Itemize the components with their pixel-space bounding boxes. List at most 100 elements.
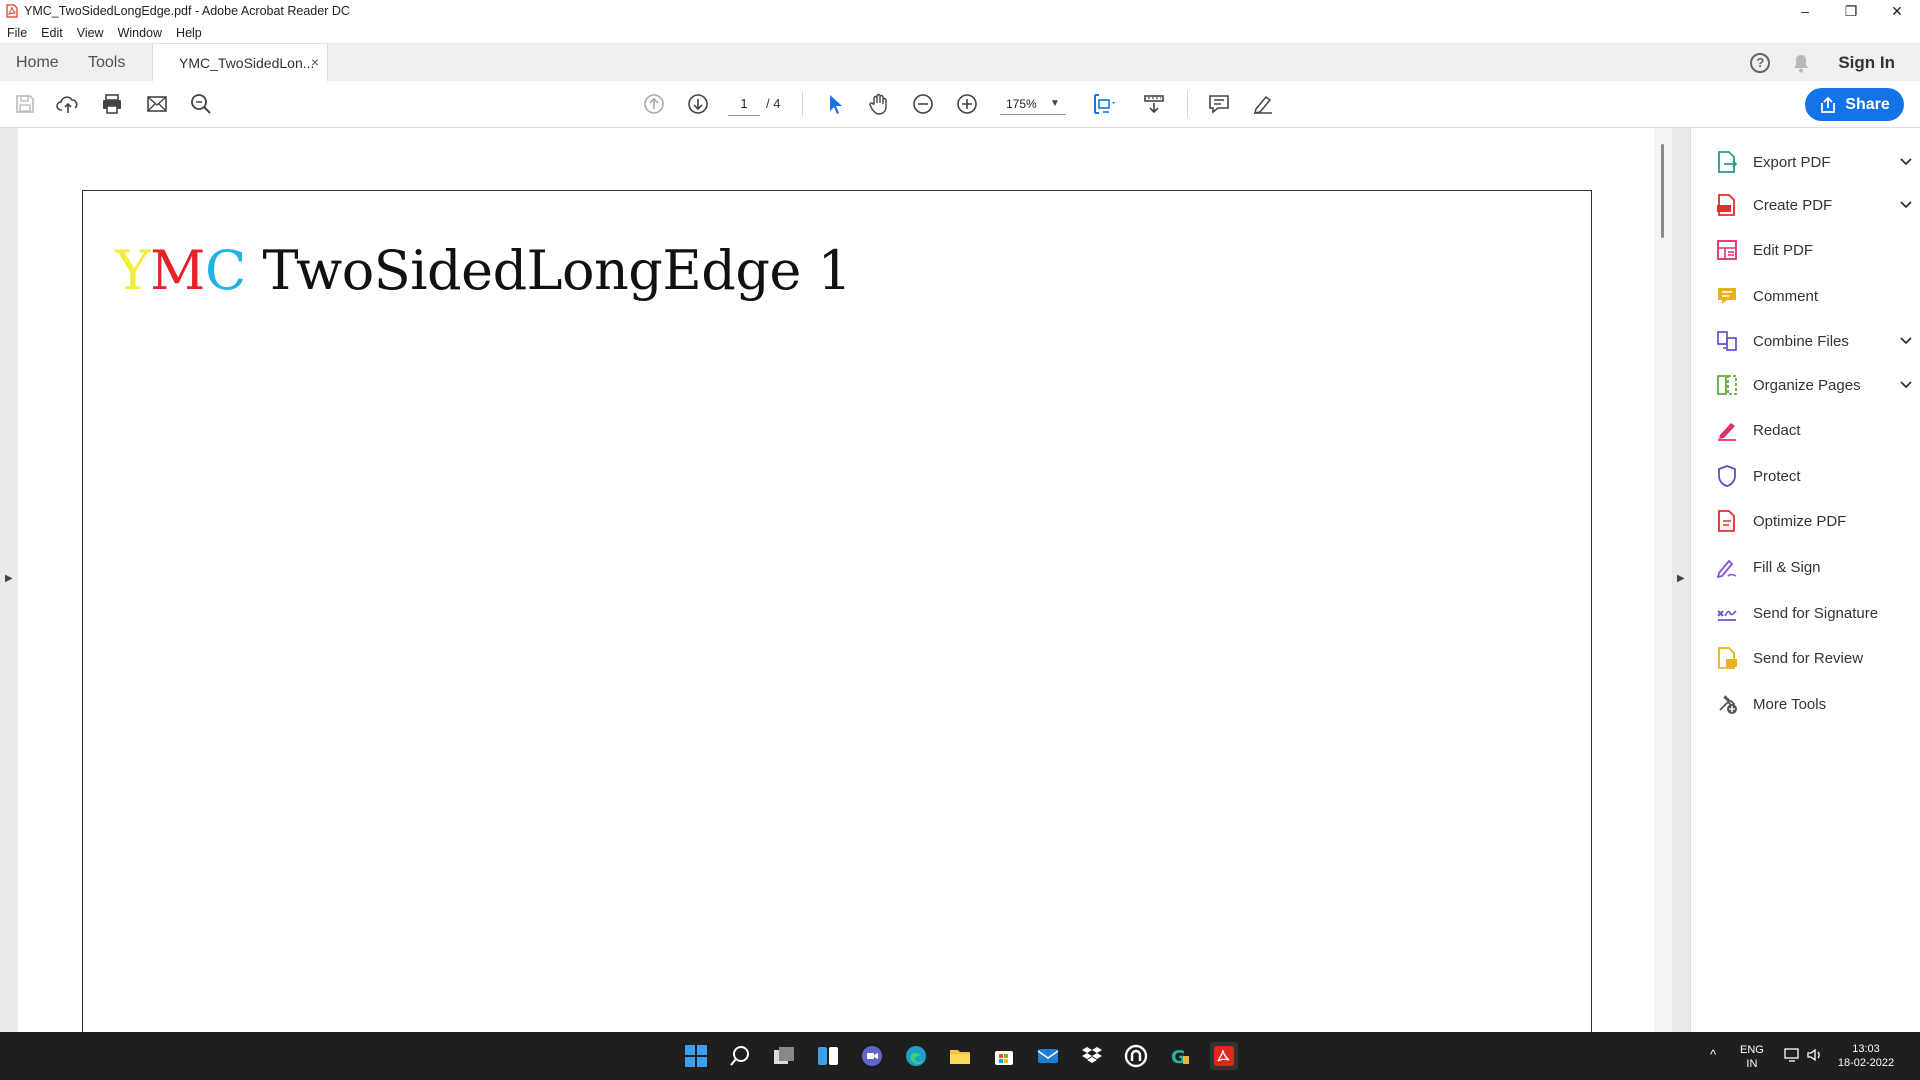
share-icon — [1821, 96, 1836, 113]
expand-left-pane-icon[interactable]: ▶ — [5, 573, 13, 584]
next-page-icon[interactable] — [685, 91, 711, 117]
tool-combine-files[interactable]: Combine Files — [1715, 326, 1915, 356]
page-number-input[interactable]: 1 — [728, 93, 760, 116]
dropbox-icon[interactable] — [1078, 1042, 1106, 1070]
task-view-icon[interactable] — [770, 1042, 798, 1070]
g-app-icon[interactable]: G — [1166, 1042, 1194, 1070]
select-cursor-icon[interactable] — [822, 91, 848, 117]
menu-view[interactable]: View — [70, 26, 111, 40]
scrollbar-thumb[interactable] — [1661, 144, 1664, 238]
tool-label: Organize Pages — [1753, 376, 1861, 394]
tool-more-tools[interactable]: More Tools — [1715, 689, 1915, 719]
organize-pages-icon — [1715, 373, 1739, 397]
language-indicator[interactable]: ENG IN — [1740, 1043, 1764, 1071]
right-pane-toggle[interactable]: ▶ — [1672, 128, 1690, 1032]
sign-in-link[interactable]: Sign In — [1838, 53, 1895, 73]
tab-home[interactable]: Home — [16, 44, 59, 81]
main-toolbar: 1 / 4 175% ▼ Share — [0, 81, 1920, 128]
microsoft-store-icon[interactable] — [990, 1042, 1018, 1070]
clock[interactable]: 13:03 18-02-2022 — [1832, 1042, 1900, 1070]
heading-letter-m: M — [150, 239, 205, 302]
tab-document[interactable]: YMC_TwoSidedLon... × — [152, 44, 328, 82]
tool-label: Redact — [1753, 421, 1801, 439]
menu-help[interactable]: Help — [169, 26, 209, 40]
zoom-out-icon[interactable] — [910, 91, 936, 117]
redact-icon — [1715, 418, 1739, 442]
chevron-down-icon[interactable] — [1899, 333, 1913, 350]
tool-edit-pdf[interactable]: Edit PDF — [1715, 235, 1915, 265]
tool-redact[interactable]: Redact — [1715, 415, 1915, 445]
header-actions: ? Sign In — [1750, 44, 1920, 81]
more-tools-icon — [1715, 692, 1739, 716]
find-icon[interactable] — [188, 91, 214, 117]
tool-create-pdf[interactable]: Create PDF — [1715, 190, 1915, 220]
document-heading: YMC TwoSidedLongEdge 1 — [115, 239, 852, 302]
window-title: YMC_TwoSidedLongEdge.pdf - Adobe Acrobat… — [24, 4, 350, 18]
hand-tool-icon[interactable] — [866, 91, 892, 117]
close-window-button[interactable]: ✕ — [1874, 0, 1920, 22]
mail-icon[interactable] — [1034, 1042, 1062, 1070]
volume-icon[interactable] — [1806, 1047, 1824, 1067]
edge-browser-icon[interactable] — [902, 1042, 930, 1070]
tool-label: Combine Files — [1753, 332, 1849, 350]
tool-send-for-review[interactable]: Send for Review — [1715, 643, 1915, 673]
share-button[interactable]: Share — [1805, 88, 1904, 121]
left-navigation-pane-collapsed[interactable]: ▶ — [0, 128, 18, 1032]
network-icon[interactable] — [1784, 1047, 1802, 1067]
minimize-button[interactable]: – — [1782, 0, 1828, 22]
window-controls: – ❐ ✕ — [1782, 0, 1920, 22]
language-code: ENG — [1740, 1044, 1764, 1056]
tab-tools[interactable]: Tools — [88, 44, 125, 81]
tool-optimize-pdf[interactable]: Optimize PDF — [1715, 506, 1915, 536]
previous-page-icon[interactable] — [641, 91, 667, 117]
save-icon[interactable] — [12, 91, 38, 117]
toolbar-divider — [1187, 91, 1188, 117]
combine-files-icon — [1715, 329, 1739, 353]
acrobat-file-icon — [6, 4, 18, 18]
fill-sign-icon — [1715, 555, 1739, 579]
heading-text: TwoSidedLongEdge 1 — [262, 239, 852, 302]
email-icon[interactable] — [144, 91, 170, 117]
restore-button[interactable]: ❐ — [1828, 0, 1874, 22]
acrobat-reader-taskbar-icon[interactable] — [1210, 1042, 1238, 1070]
tool-comment[interactable]: Comment — [1715, 281, 1915, 311]
show-hidden-icons[interactable]: ^ — [1710, 1048, 1716, 1062]
tool-export-pdf[interactable]: Export PDF — [1715, 147, 1915, 177]
close-tab-icon[interactable]: × — [311, 54, 319, 70]
comment-tool-icon[interactable] — [1206, 91, 1232, 117]
tool-label: Create PDF — [1753, 196, 1833, 214]
menu-window[interactable]: Window — [111, 26, 169, 40]
tab-document-label: YMC_TwoSidedLon... — [179, 55, 315, 71]
fit-page-icon[interactable] — [1090, 91, 1116, 117]
upload-cloud-icon[interactable] — [55, 91, 81, 117]
print-icon[interactable] — [99, 91, 125, 117]
search-icon[interactable] — [726, 1042, 754, 1070]
zoom-dropdown-icon[interactable]: ▼ — [1050, 93, 1060, 115]
tool-organize-pages[interactable]: Organize Pages — [1715, 370, 1915, 400]
chevron-down-icon[interactable] — [1899, 377, 1913, 394]
teams-chat-icon[interactable] — [858, 1042, 886, 1070]
menu-file[interactable]: File — [0, 26, 34, 40]
vertical-scrollbar[interactable] — [1654, 128, 1672, 1032]
notification-bell-icon[interactable] — [1792, 53, 1810, 73]
zoom-in-icon[interactable] — [954, 91, 980, 117]
start-icon[interactable] — [682, 1042, 710, 1070]
region-code: IN — [1746, 1058, 1758, 1070]
tool-label: Edit PDF — [1753, 241, 1814, 259]
file-explorer-icon[interactable] — [946, 1042, 974, 1070]
document-view[interactable]: YMC TwoSidedLongEdge 1 — [18, 128, 1654, 1032]
chevron-down-icon[interactable] — [1899, 154, 1913, 171]
tool-protect[interactable]: Protect — [1715, 461, 1915, 491]
protect-icon — [1715, 464, 1739, 488]
collapse-right-pane-icon[interactable]: ▶ — [1677, 573, 1685, 584]
app-circle-icon[interactable] — [1122, 1042, 1150, 1070]
widgets-icon[interactable] — [814, 1042, 842, 1070]
help-icon[interactable]: ? — [1750, 52, 1771, 73]
tool-send-for-signature[interactable]: Send for Signature — [1715, 598, 1915, 628]
chevron-down-icon[interactable] — [1899, 197, 1913, 214]
send-review-icon — [1715, 646, 1739, 670]
menu-edit[interactable]: Edit — [34, 26, 70, 40]
highlight-pen-icon[interactable] — [1250, 91, 1276, 117]
scroll-mode-icon[interactable] — [1141, 91, 1167, 117]
tool-fill-sign[interactable]: Fill & Sign — [1715, 552, 1915, 582]
